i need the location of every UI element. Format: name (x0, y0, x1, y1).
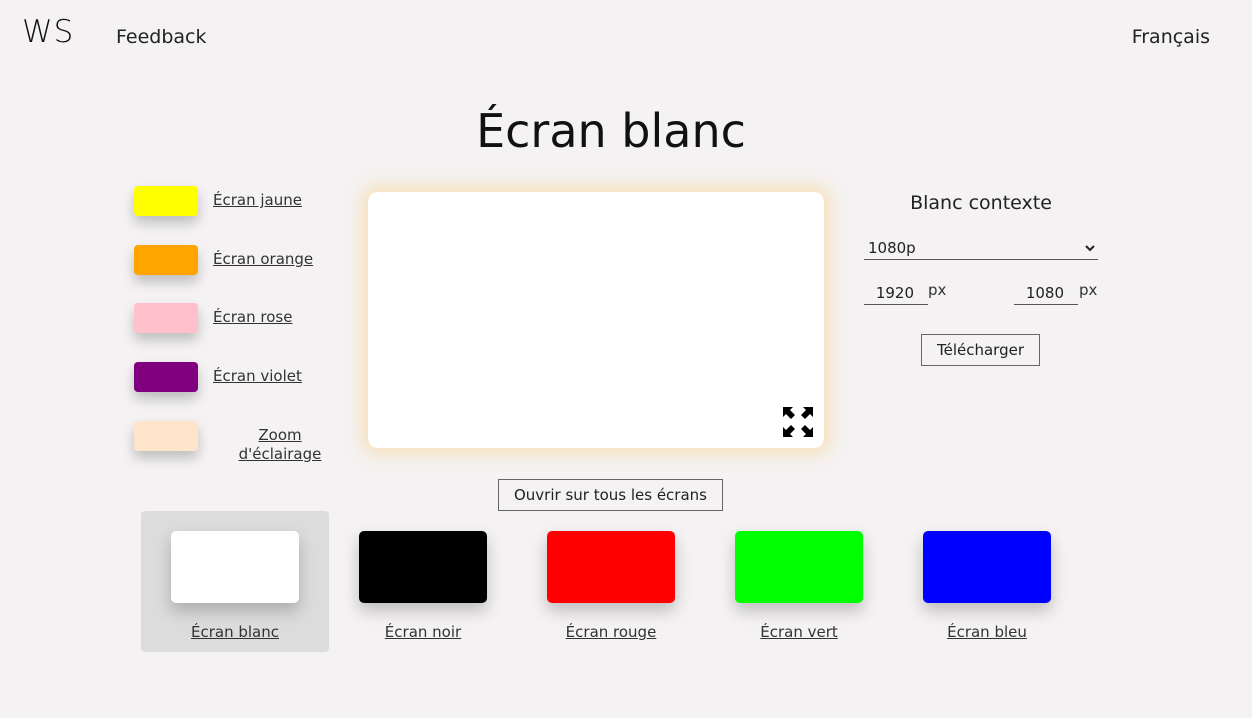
swatch-link[interactable]: Écran noir (329, 623, 517, 641)
left-swatch-violet[interactable]: Écran violet (134, 362, 334, 402)
bottom-swatch-blue[interactable]: Écran bleu (893, 511, 1081, 652)
height-input[interactable] (1014, 281, 1078, 305)
swatch-link[interactable]: Écran blanc (141, 623, 329, 641)
swatch-color[interactable] (134, 245, 198, 275)
resolution-select[interactable]: 1080p (864, 236, 1098, 260)
swatch-color[interactable] (359, 531, 487, 603)
page-title: Écran blanc (476, 104, 746, 158)
language-link[interactable]: Français (1132, 26, 1210, 48)
bottom-swatch-green[interactable]: Écran vert (705, 511, 893, 652)
swatch-link[interactable]: Zoom d'éclairage (230, 426, 330, 464)
swatch-color[interactable] (171, 531, 299, 603)
bottom-swatch-black[interactable]: Écran noir (329, 511, 517, 652)
site-logo[interactable]: WS (22, 14, 74, 50)
height-unit: px (1079, 281, 1098, 299)
open-all-screens-button[interactable]: Ouvrir sur tous les écrans (498, 479, 723, 511)
feedback-link[interactable]: Feedback (116, 26, 206, 48)
expand-icon[interactable] (782, 406, 814, 438)
left-swatch-lighting-zoom[interactable]: Zoom d'éclairage (134, 421, 334, 469)
left-swatch-pink[interactable]: Écran rose (134, 303, 334, 343)
swatch-link[interactable]: Écran rouge (517, 623, 705, 641)
width-unit: px (928, 281, 947, 299)
bottom-swatch-white[interactable]: Écran blanc (141, 511, 329, 652)
swatch-color[interactable] (547, 531, 675, 603)
swatch-color[interactable] (923, 531, 1051, 603)
bottom-swatch-red[interactable]: Écran rouge (517, 511, 705, 652)
swatch-link[interactable]: Écran orange (213, 250, 313, 268)
swatch-link[interactable]: Écran bleu (893, 623, 1081, 641)
swatch-color[interactable] (134, 186, 198, 216)
screen-preview[interactable] (368, 192, 824, 448)
swatch-link[interactable]: Écran violet (213, 367, 302, 385)
swatch-color[interactable] (735, 531, 863, 603)
width-input[interactable] (864, 281, 928, 305)
swatch-link[interactable]: Écran rose (213, 308, 292, 326)
swatch-link[interactable]: Écran jaune (213, 191, 302, 209)
download-button[interactable]: Télécharger (921, 334, 1040, 366)
swatch-color[interactable] (134, 362, 198, 392)
swatch-color[interactable] (134, 421, 198, 451)
left-swatch-orange[interactable]: Écran orange (134, 245, 334, 285)
left-swatch-yellow[interactable]: Écran jaune (134, 186, 334, 226)
swatch-link[interactable]: Écran vert (705, 623, 893, 641)
context-title: Blanc contexte (910, 192, 1052, 214)
swatch-color[interactable] (134, 303, 198, 333)
